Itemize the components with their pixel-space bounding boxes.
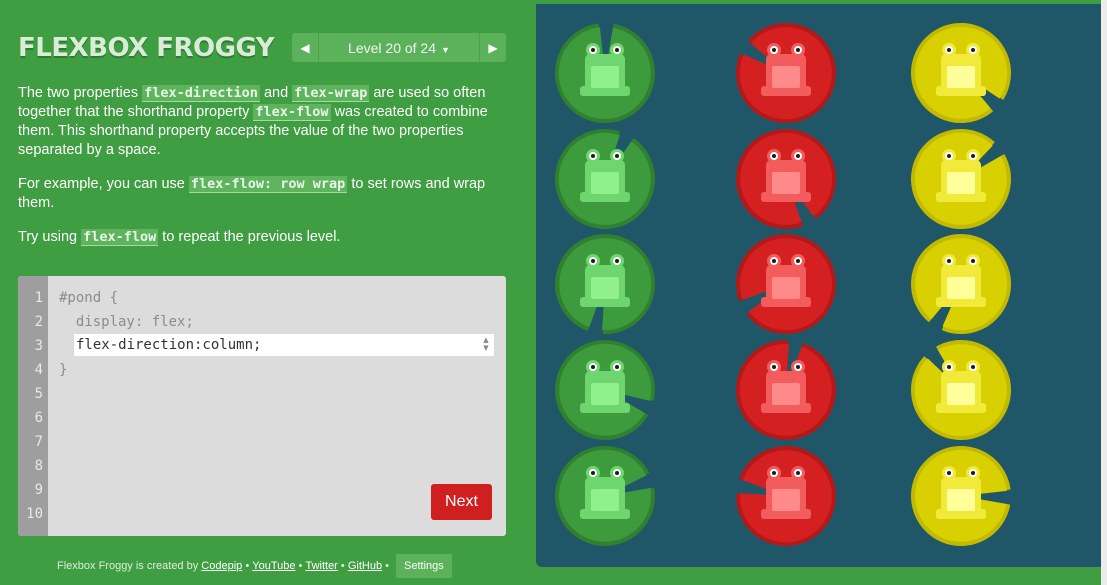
code-line: } [59,362,68,378]
footer-separator: • [337,560,348,572]
code-editor: 1 2 3 4 5 6 7 8 9 10 #pond { display: fl… [18,276,506,536]
sidebar: FLEXBOX FROGGY ◀ Level 20 of 24 ▼ ▶ The t… [0,0,536,585]
green-frog-on-lilypad [552,20,658,126]
next-button[interactable]: Next [431,484,492,520]
github-link[interactable]: GitHub [348,556,382,576]
instruction-text: The two properties [18,85,143,101]
spinner-arrows-icon[interactable]: ▲ ▼ [481,336,491,354]
footer-separator: • [242,560,253,572]
line-number: 5 [34,386,43,402]
code-line: display: flex; [59,314,194,330]
green-frog-on-lilypad [552,443,658,549]
codepip-link[interactable]: Codepip [201,556,242,576]
code-term[interactable]: flex-flow [253,104,331,121]
line-number: 3 [34,338,43,354]
yellow-frog-on-lilypad [908,231,1014,337]
code-line: #pond { [59,290,119,306]
instruction-text: Try using [18,229,82,245]
line-number-gutter: 1 2 3 4 5 6 7 8 9 10 [18,276,48,536]
twitter-link[interactable]: Twitter [305,556,337,576]
line-number: 4 [34,362,43,378]
youtube-link[interactable]: YouTube [252,556,295,576]
instruction-paragraph: The two properties flex-direction and fl… [18,84,510,160]
yellow-frog-on-lilypad [908,337,1014,443]
yellow-frog-on-lilypad [908,20,1014,126]
yellow-frog-on-lilypad [908,126,1014,232]
red-frog-on-lilypad [733,20,839,126]
caret-down-icon: ▼ [441,44,450,55]
game-title: FLEXBOX FROGGY [18,33,275,63]
instructions: The two properties flex-direction and fl… [18,84,510,262]
instruction-text: to repeat the previous level. [158,229,341,245]
instruction-text: and [259,85,293,101]
code-term[interactable]: flex-direction [142,85,260,102]
green-frog-on-lilypad [552,337,658,443]
line-number: 10 [26,506,43,522]
instruction-paragraph: For example, you can use flex-flow: row … [18,175,510,213]
red-frog-on-lilypad [733,337,839,443]
line-number: 6 [34,410,43,426]
green-frog-on-lilypad [552,126,658,232]
line-number: 9 [34,482,43,498]
settings-button[interactable]: Settings [396,554,452,578]
line-number: 8 [34,458,43,474]
next-level-button[interactable]: ▶ [479,33,506,62]
code-term[interactable]: flex-flow [81,229,159,246]
code-term[interactable]: flex-flow: row wrap [188,176,348,193]
level-navigation: ◀ Level 20 of 24 ▼ ▶ [292,33,506,62]
code-term[interactable]: flex-wrap [292,85,370,102]
instruction-paragraph: Try using flex-flow to repeat the previo… [18,228,510,247]
red-frog-on-lilypad [733,231,839,337]
instruction-text: For example, you can use [18,176,189,192]
footer-credit: Flexbox Froggy is created by [57,560,202,572]
red-frog-on-lilypad [733,126,839,232]
pond-board [536,4,1101,567]
green-frog-on-lilypad [552,231,658,337]
css-code-input[interactable] [74,334,494,356]
line-number: 2 [34,314,43,330]
previous-level-button[interactable]: ◀ [292,33,319,62]
yellow-frog-on-lilypad [908,443,1014,549]
footer-separator: • [382,560,393,572]
footer: Flexbox Froggy is created by Codepip • Y… [57,554,452,578]
level-dropdown[interactable]: Level 20 of 24 ▼ [319,40,479,56]
footer-separator: • [295,560,306,572]
triangle-left-icon: ◀ [300,40,310,55]
triangle-right-icon: ▶ [488,40,498,55]
page-scrollbar[interactable] [1101,0,1107,585]
line-number: 7 [34,434,43,450]
red-frog-on-lilypad [733,443,839,549]
line-number: 1 [34,290,43,306]
level-label: Level 20 of 24 [348,39,437,56]
